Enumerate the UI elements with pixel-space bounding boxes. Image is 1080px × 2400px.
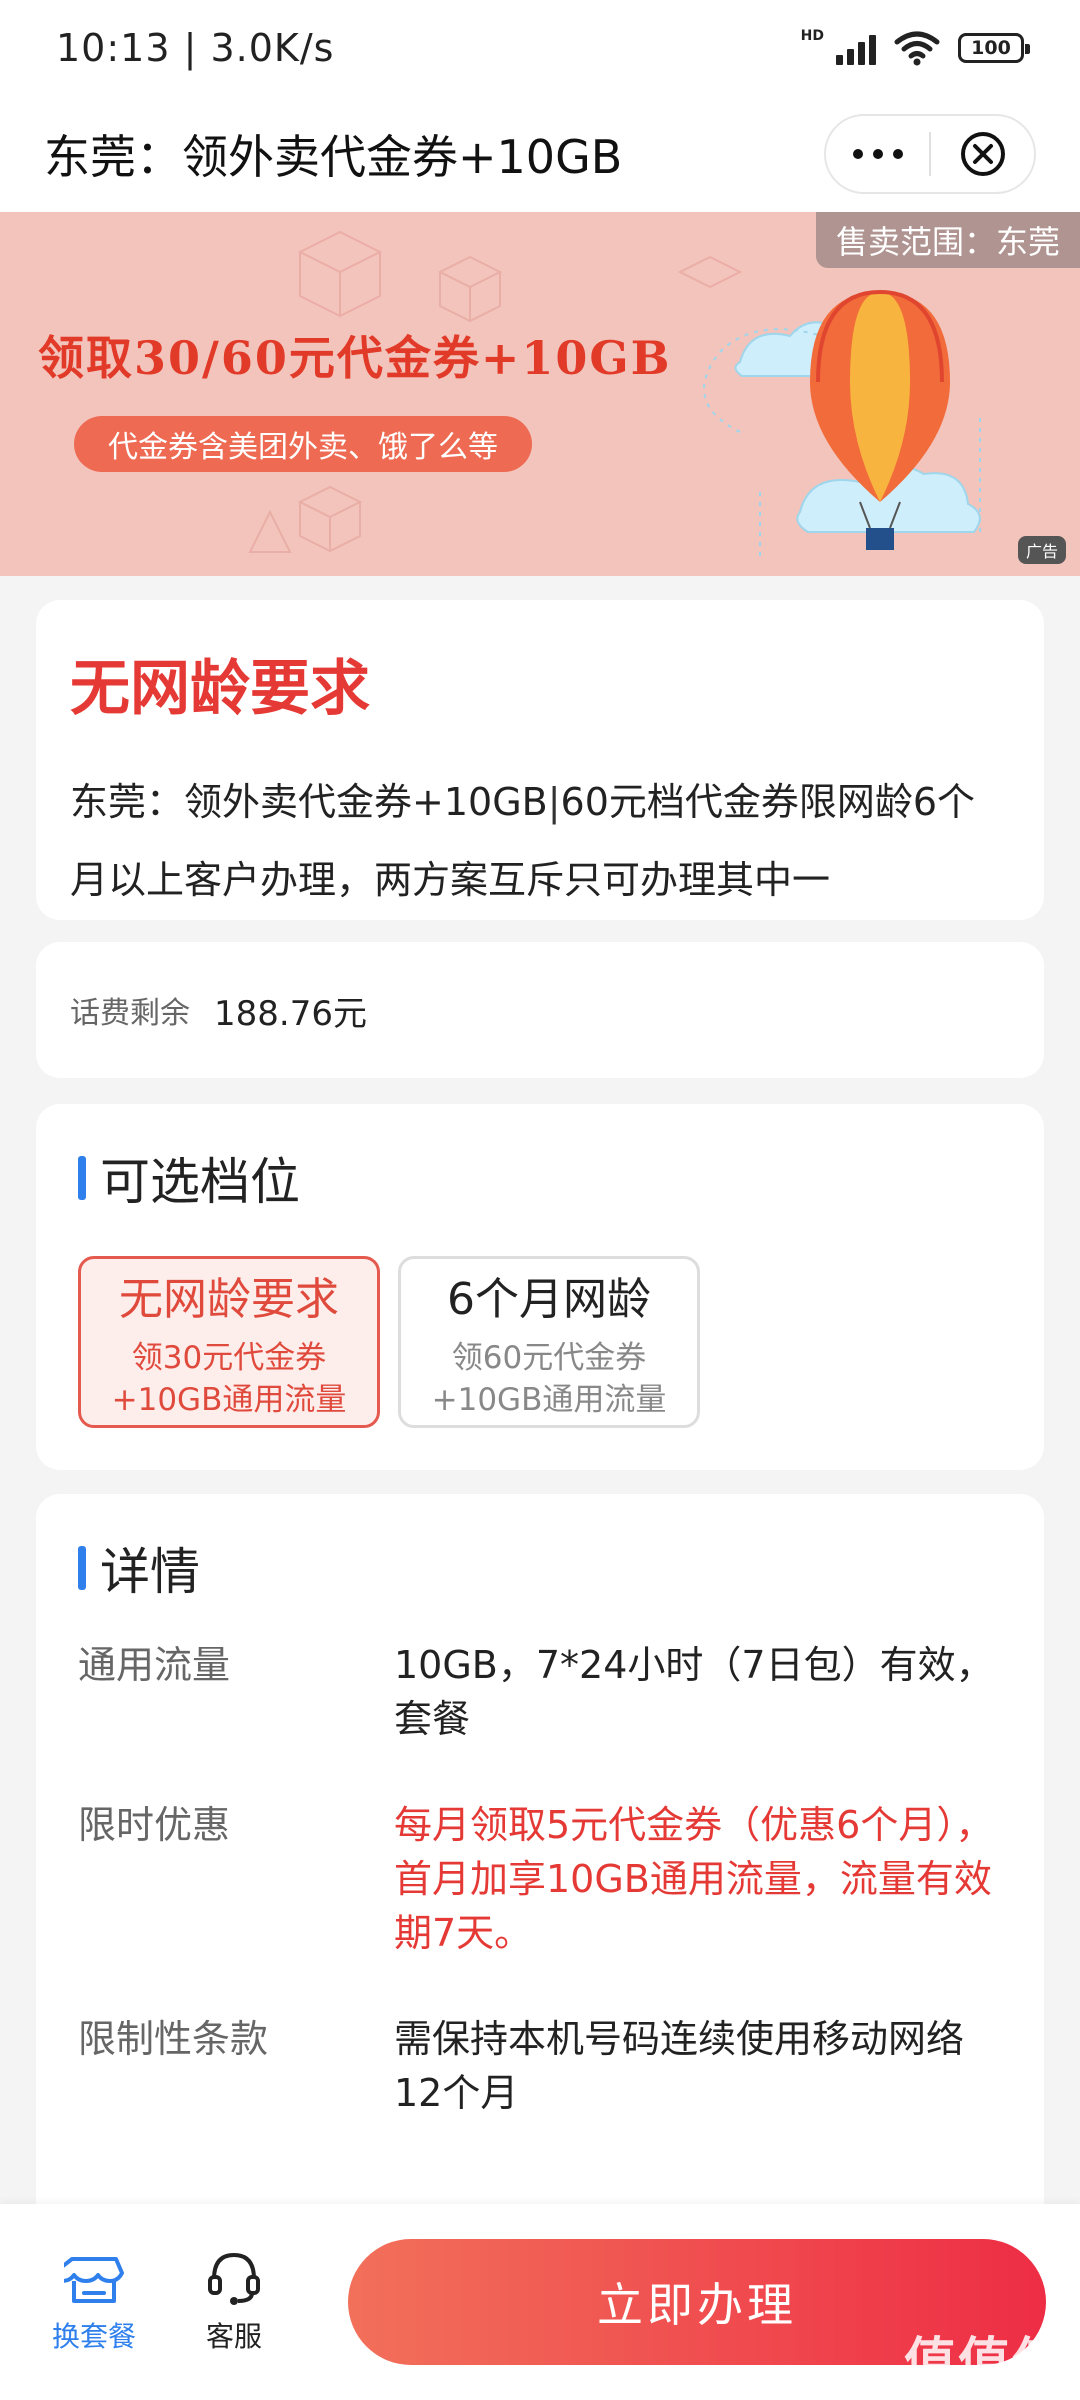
section-accent-bar — [78, 1546, 86, 1590]
banner-headline: 领取30/60元代金券+10GB — [38, 331, 672, 385]
intro-description: 东莞：领外卖代金券+10GB|60元档代金券限网龄6个月以上客户办理，两方案互斥… — [70, 763, 1010, 919]
headset-icon — [208, 2252, 260, 2305]
detail-value: 需保持本机号码连续使用移动网络12个月 — [394, 2017, 965, 2115]
tier-options: 无网龄要求 领30元代金券 +10GB通用流量 6个月网龄 领60元代金券 +1… — [78, 1256, 1002, 1428]
page-title: 东莞：领外卖代金券+10GB — [44, 130, 623, 184]
more-dot-icon — [892, 149, 903, 159]
detail-value-promo: 每月领取5元代金券（优惠6个月），首月加享10GB通用流量，流量有效期7天。 — [394, 1803, 994, 1955]
detail-key: 限时优惠 — [78, 1803, 231, 1847]
change-plan-button[interactable]: 换套餐 — [24, 2249, 164, 2355]
miniapp-capsule — [824, 114, 1036, 194]
tier-name: 6个月网龄 — [447, 1274, 651, 1325]
hd-label: HD — [800, 28, 824, 44]
tier-line: 领60元代金券 — [451, 1340, 647, 1376]
close-button[interactable] — [931, 130, 1034, 178]
sales-scope-badge: 售卖范围：东莞 — [815, 212, 1080, 268]
tier-option-6-month[interactable]: 6个月网龄 领60元代金券 +10GB通用流量 — [398, 1256, 700, 1428]
watermark-logo: 值值值 — [903, 2333, 1066, 2393]
section-accent-bar — [78, 1156, 86, 1200]
tier-line: +10GB通用流量 — [111, 1382, 347, 1418]
detail-section-header: 详情 — [78, 1538, 1002, 1601]
detail-card: 详情 通用流量 10GB，7*24小时（7日包）有效，套餐 限时优惠 每月领取5… — [36, 1494, 1044, 2234]
balance-label: 话费剩余 — [70, 996, 190, 1031]
detail-value: 10GB，7*24小时（7日包）有效，套餐 — [394, 1643, 994, 1741]
status-icons: HD 100 — [800, 28, 1030, 66]
tiers-section-header: 可选档位 — [78, 1148, 1002, 1211]
intro-desc-separator: | — [547, 780, 561, 824]
change-plan-label: 换套餐 — [51, 2320, 136, 2353]
signal-icon — [836, 31, 876, 65]
detail-key: 通用流量 — [78, 1643, 231, 1687]
customer-service-button[interactable]: 客服 — [164, 2249, 304, 2355]
detail-row: 限时优惠 每月领取5元代金券（优惠6个月），首月加享10GB通用流量，流量有效期… — [78, 1798, 1002, 1960]
more-dot-icon — [852, 149, 863, 159]
status-time: 10:13 | 3.0K/s — [56, 26, 335, 70]
battery-icon: 100 — [958, 33, 1030, 63]
customer-service-label: 客服 — [205, 2320, 262, 2353]
tier-name: 无网龄要求 — [119, 1274, 339, 1325]
watermark-url: zhizhizhi.com — [924, 2389, 1046, 2400]
intro-title: 无网龄要求 — [70, 654, 370, 724]
more-button[interactable] — [826, 149, 929, 159]
more-dot-icon — [872, 149, 883, 159]
balance-value: 188.76元 — [214, 993, 367, 1034]
detail-key: 限制性条款 — [78, 2017, 269, 2061]
tier-option-no-age[interactable]: 无网龄要求 领30元代金券 +10GB通用流量 — [78, 1256, 380, 1428]
tiers-section-title: 可选档位 — [100, 1153, 300, 1211]
ad-badge: 广告 — [1017, 536, 1066, 564]
header: 东莞：领外卖代金券+10GB — [0, 96, 1080, 212]
status-bar: 10:13 | 3.0K/s HD 100 — [0, 0, 1080, 96]
detail-row: 限制性条款 需保持本机号码连续使用移动网络12个月 — [78, 2012, 1002, 2120]
wifi-icon — [894, 31, 940, 66]
detail-row: 通用流量 10GB，7*24小时（7日包）有效，套餐 — [78, 1638, 1002, 1746]
tiers-card: 可选档位 无网龄要求 领30元代金券 +10GB通用流量 6个月网龄 领60元代… — [36, 1104, 1044, 1470]
banner-subtitle: 代金券含美团外卖、饿了么等 — [74, 416, 532, 472]
balance-card: 话费剩余 188.76元 — [36, 942, 1044, 1078]
intro-card: 无网龄要求 东莞：领外卖代金券+10GB|60元档代金券限网龄6个月以上客户办理… — [36, 600, 1044, 920]
promo-banner[interactable]: 售卖范围：东莞 领取30/60元代金券+10GB 代金券含美团外卖、饿了么等 广… — [0, 212, 1080, 576]
intro-desc-main: 东莞：领外卖代金券+10GB — [70, 780, 548, 824]
site-watermark: 值值值 zhizhizhi.com — [904, 2320, 1066, 2400]
close-circle-icon — [960, 132, 1005, 176]
tier-line: 领30元代金券 — [131, 1340, 327, 1376]
detail-section-title: 详情 — [100, 1543, 200, 1601]
detail-rows: 通用流量 10GB，7*24小时（7日包）有效，套餐 限时优惠 每月领取5元代金… — [78, 1638, 1002, 2120]
tier-line: +10GB通用流量 — [431, 1382, 667, 1418]
battery-level: 100 — [971, 37, 1011, 59]
store-icon — [64, 2257, 124, 2303]
